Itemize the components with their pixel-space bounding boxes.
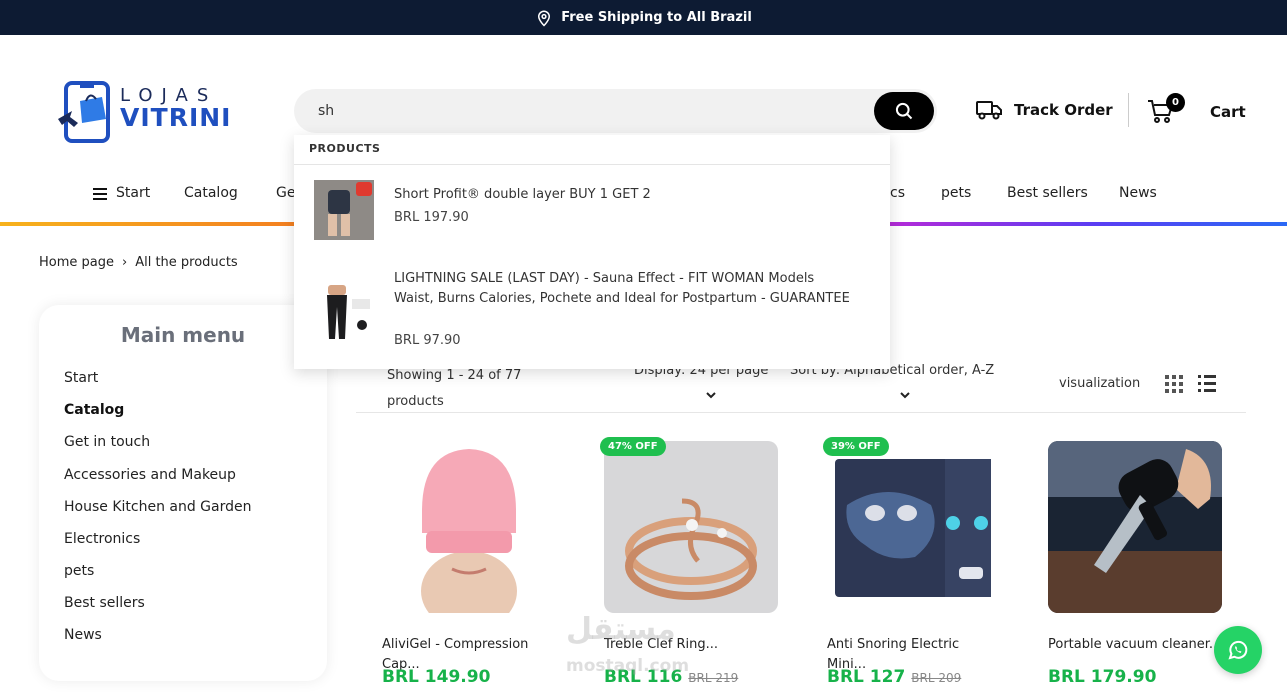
nav-item-best-sellers[interactable]: Best sellers: [1007, 185, 1088, 201]
logo[interactable]: LOJAS VITRINI: [58, 81, 243, 143]
sidebar-item-news[interactable]: News: [64, 627, 102, 643]
discount-badge: 47% OFF: [600, 437, 666, 456]
nav-item-news[interactable]: News: [1119, 185, 1157, 201]
product-price: BRL 127 BRL 209: [827, 667, 962, 687]
cart-count-badge: 0: [1166, 93, 1185, 112]
sidebar-item-electronics[interactable]: Electronics: [64, 531, 140, 547]
suggestions-divider: [294, 164, 890, 165]
suggestions-heading: PRODUCTS: [309, 142, 381, 155]
suggestion-price: BRL 197.90: [394, 210, 469, 225]
discount-badge: 39% OFF: [823, 437, 889, 456]
result-count: Showing 1 - 24 of 77 products: [387, 368, 522, 409]
product-price: BRL 149.90: [382, 667, 491, 687]
track-order-link[interactable]: Track Order: [976, 99, 1113, 121]
watermark-text: mostaql.com: [566, 656, 690, 676]
phone-bag-icon: [58, 81, 110, 143]
search-bar: [294, 89, 937, 133]
menu-icon[interactable]: [93, 188, 107, 200]
suggestion-thumbnail: [314, 180, 374, 240]
cart-icon-wrap: 0: [1146, 93, 1185, 127]
location-pin-icon: [538, 10, 551, 27]
sidebar-item-accessories[interactable]: Accessories and Makeup: [64, 467, 236, 483]
list-view-icon[interactable]: [1198, 375, 1216, 393]
cart-link[interactable]: 0 Cart: [1146, 93, 1246, 127]
chevron-down-icon[interactable]: [900, 391, 910, 399]
sidebar-item-house-kitchen[interactable]: House Kitchen and Garden: [64, 499, 252, 515]
watermark-logo: مستقل: [566, 612, 676, 647]
nav-item-electronics[interactable]: cs: [890, 185, 905, 201]
sidebar-item-catalog[interactable]: Catalog: [64, 402, 124, 418]
product-price: BRL 179.90: [1048, 667, 1157, 687]
nav-item-catalog[interactable]: Catalog: [184, 185, 238, 201]
logo-line2: VITRINI: [120, 103, 232, 132]
product-image[interactable]: [1048, 441, 1222, 613]
suggestion-title: LIGHTNING SALE (LAST DAY) - Sauna Effect…: [394, 271, 850, 306]
search-input[interactable]: [318, 100, 858, 122]
truck-icon: [976, 101, 1002, 120]
old-price: BRL 219: [688, 671, 739, 685]
announcement-bar: Free Shipping to All Brazil: [0, 0, 1287, 35]
sidebar-menu: Main menu Start Catalog Get in touch Acc…: [39, 305, 327, 681]
suggestion-item[interactable]: LIGHTNING SALE (LAST DAY) - Sauna Effect…: [294, 267, 890, 363]
product-image[interactable]: [382, 441, 556, 613]
nav-item-get-in-touch[interactable]: Ge: [276, 185, 295, 201]
breadcrumb-home[interactable]: Home page: [39, 255, 114, 270]
header-divider: [1128, 93, 1129, 127]
nav-item-pets[interactable]: pets: [941, 185, 971, 201]
grid-view-icon[interactable]: [1165, 375, 1183, 393]
nav-item-start[interactable]: Start: [116, 185, 150, 201]
search-button[interactable]: [874, 92, 934, 130]
product-name[interactable]: Portable vacuum cleaner...: [1048, 635, 1222, 655]
product-image[interactable]: [827, 441, 1001, 613]
sidebar-item-start[interactable]: Start: [64, 370, 98, 386]
product-card[interactable]: 39% OFF Anti Snoring Electric Mini... BR…: [823, 437, 1001, 687]
product-card[interactable]: AliviGel - Compression Cap... BRL 149.90: [382, 441, 556, 687]
sidebar-item-pets[interactable]: pets: [64, 563, 94, 579]
product-card[interactable]: 47% OFF Treble Clef Ring... BRL 116 BRL 2…: [600, 437, 778, 687]
old-price: BRL 209: [911, 671, 962, 685]
suggestion-price: BRL 97.90: [394, 333, 461, 348]
product-grid: AliviGel - Compression Cap... BRL 149.90…: [356, 414, 1246, 696]
breadcrumb-current: All the products: [135, 255, 238, 270]
product-card[interactable]: Portable vacuum cleaner... BRL 179.90: [1048, 441, 1222, 687]
whatsapp-button[interactable]: [1214, 626, 1262, 674]
sidebar-item-get-in-touch[interactable]: Get in touch: [64, 434, 150, 450]
sidebar-item-best-sellers[interactable]: Best sellers: [64, 595, 145, 611]
product-image[interactable]: [604, 441, 778, 613]
search-suggestions: PRODUCTS Short Profit® double layer BUY …: [294, 135, 890, 369]
suggestion-title: Short Profit® double layer BUY 1 GET 2: [394, 187, 651, 202]
track-order-label: Track Order: [1014, 101, 1113, 119]
breadcrumb: Home page › All the products: [39, 255, 238, 270]
whatsapp-icon: [1228, 640, 1248, 660]
suggestion-thumbnail: [314, 281, 374, 341]
suggestion-item[interactable]: Short Profit® double layer BUY 1 GET 2 B…: [294, 177, 890, 247]
chevron-down-icon[interactable]: [706, 391, 716, 399]
chevron-right-icon: ›: [122, 255, 128, 270]
search-icon: [895, 102, 913, 120]
sidebar-title: Main menu: [120, 323, 246, 347]
visualization-label: visualization: [1059, 376, 1141, 391]
announcement-text: Free Shipping to All Brazil: [561, 10, 752, 25]
cart-label: Cart: [1210, 103, 1246, 121]
